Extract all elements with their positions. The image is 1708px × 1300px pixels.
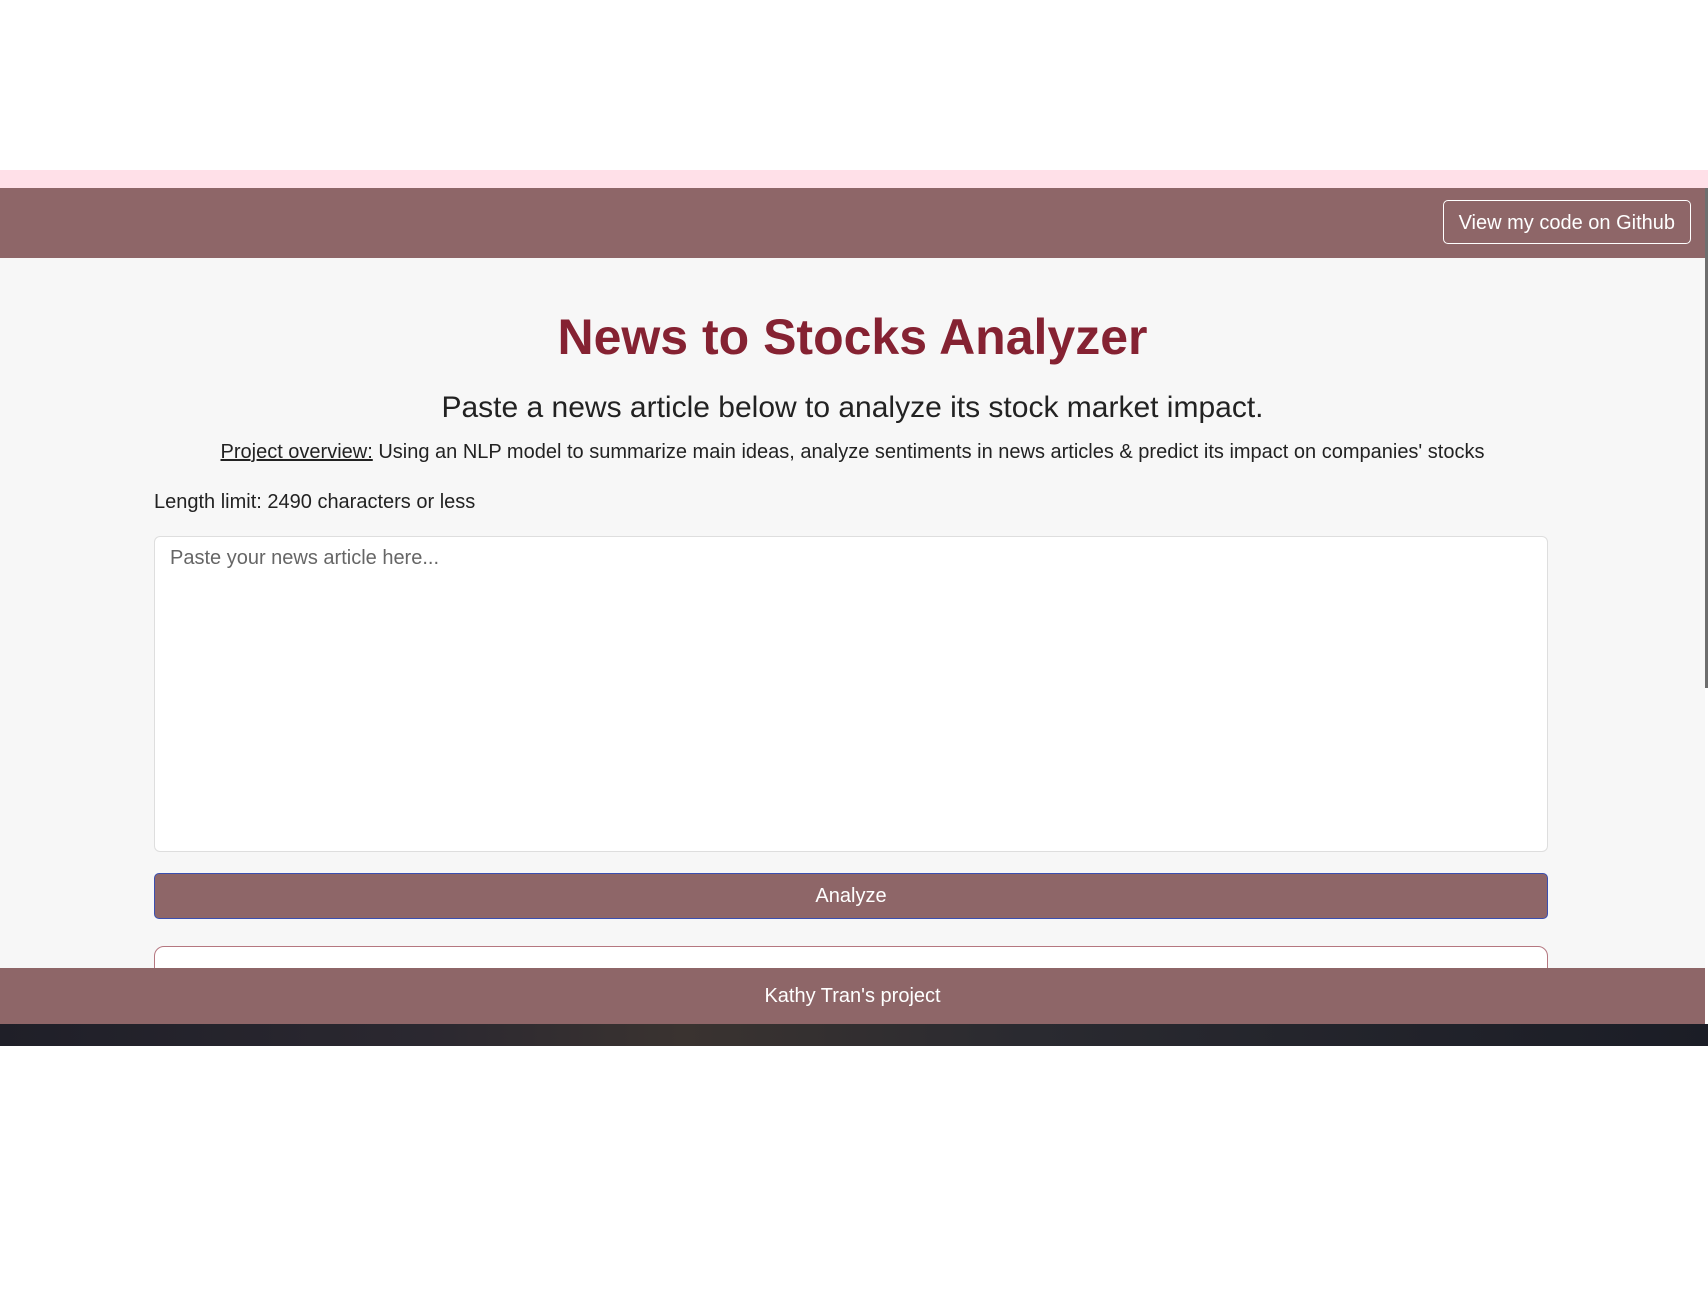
header-bar: View my code on Github bbox=[0, 188, 1705, 258]
project-overview-label: Project overview: bbox=[220, 441, 373, 463]
project-overview: Project overview: Using an NLP model to … bbox=[0, 441, 1705, 464]
page-subtitle: Paste a news article below to analyze it… bbox=[441, 391, 1264, 424]
length-limit-note: Length limit: 2490 characters or less bbox=[154, 491, 476, 513]
bottom-blank-area bbox=[0, 1046, 1708, 1300]
background-photo bbox=[0, 1024, 1708, 1046]
page-title: News to Stocks Analyzer bbox=[557, 309, 1148, 365]
browser-strip bbox=[0, 170, 1708, 188]
project-overview-text: Using an NLP model to summarize main ide… bbox=[372, 441, 1485, 463]
app-window: View my code on Github News to Stocks An… bbox=[0, 188, 1705, 1024]
github-button[interactable]: View my code on Github bbox=[1442, 200, 1691, 244]
top-blank-area bbox=[0, 0, 1708, 170]
footer-text: Kathy Tran's project bbox=[764, 985, 941, 1007]
analyze-button[interactable]: Analyze bbox=[154, 873, 1548, 919]
footer-bar: Kathy Tran's project bbox=[0, 968, 1705, 1024]
article-input[interactable] bbox=[154, 536, 1548, 852]
